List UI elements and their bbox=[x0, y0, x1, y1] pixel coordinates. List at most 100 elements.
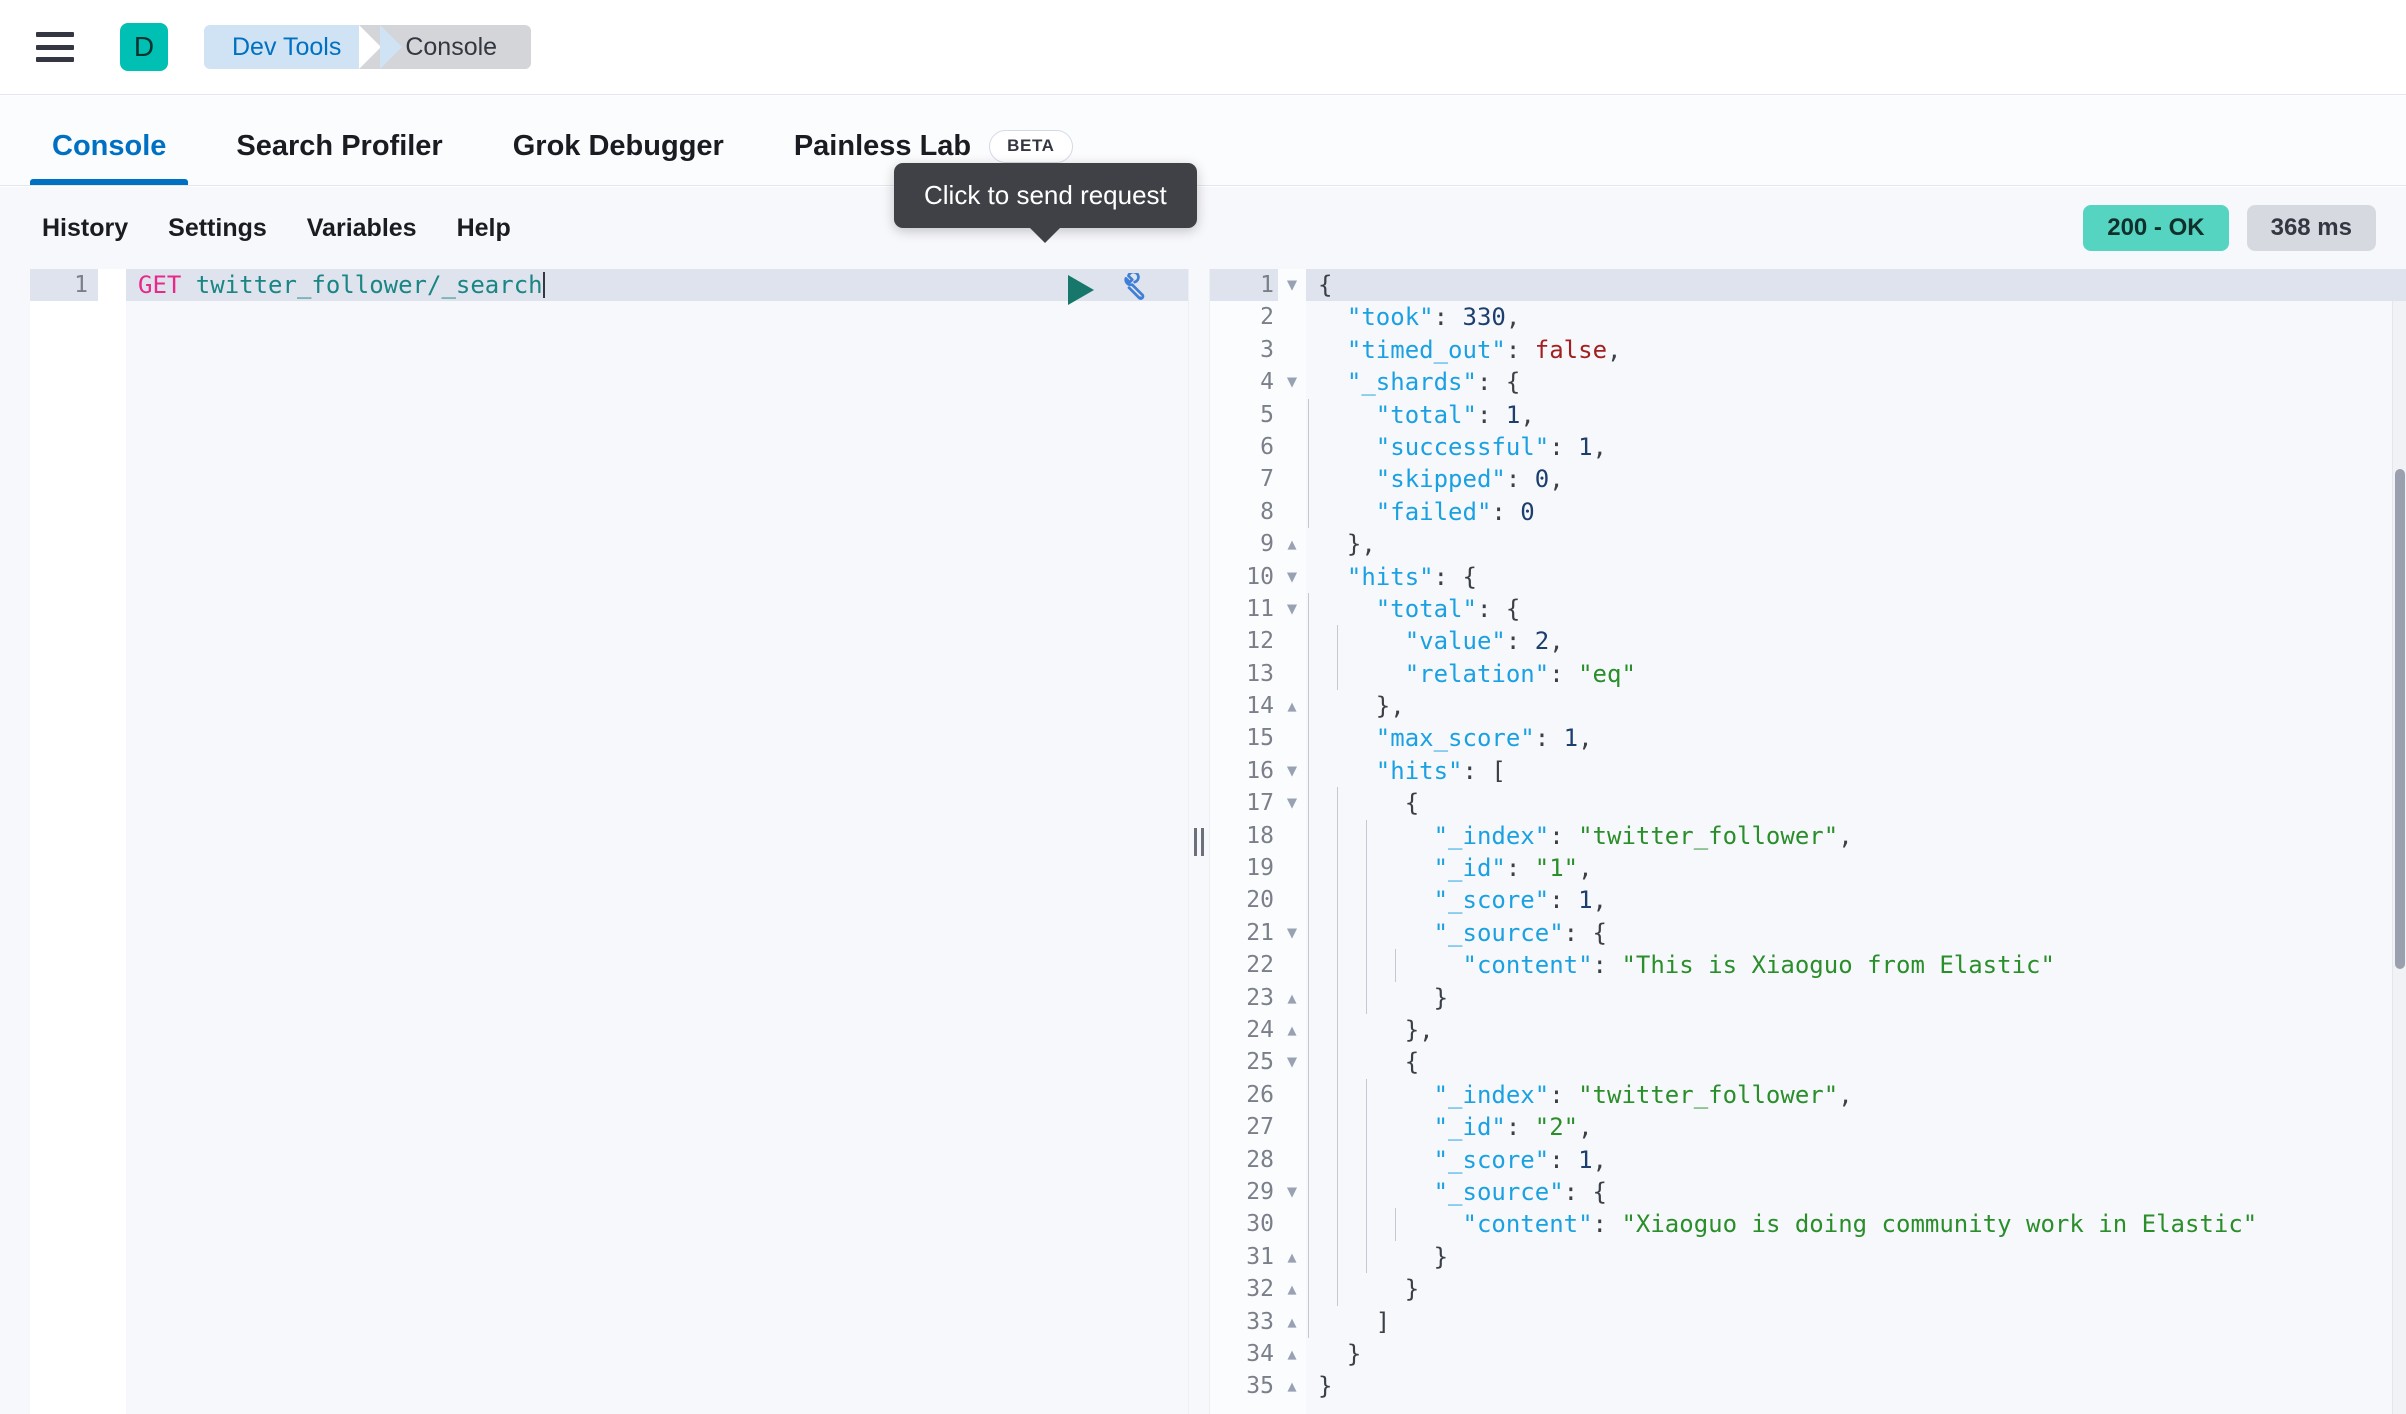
indent-guide bbox=[1308, 625, 1309, 658]
fold-collapse-icon[interactable]: ▼ bbox=[1278, 916, 1306, 950]
breadcrumb-item-dev-tools[interactable]: Dev Tools bbox=[204, 25, 403, 69]
status-badge: 200 - OK bbox=[2083, 205, 2229, 251]
fold-collapse-icon[interactable]: ▼ bbox=[1278, 787, 1306, 820]
tab-console-label: Console bbox=[52, 130, 167, 162]
response-line-code: "content": "This is Xiaoguo from Elastic… bbox=[1306, 949, 2406, 982]
indent-guide bbox=[1308, 1273, 1309, 1306]
fold-collapse-icon[interactable]: ▼ bbox=[1278, 1175, 1306, 1209]
fold-expand-icon[interactable]: ▲ bbox=[1278, 1273, 1306, 1306]
response-line-code: "_score": 1, bbox=[1306, 1143, 2406, 1176]
app-badge[interactable]: D bbox=[120, 23, 168, 71]
response-line-number: 20 bbox=[1210, 884, 1278, 917]
fold-expand-icon[interactable]: ▲ bbox=[1278, 528, 1306, 561]
json-key: "_id" bbox=[1433, 854, 1506, 883]
response-line: 33 ▲ ] bbox=[1210, 1305, 2406, 1338]
fold-expand-icon[interactable]: ▲ bbox=[1278, 690, 1306, 723]
response-line-number: 6 bbox=[1210, 430, 1278, 464]
fold-collapse-icon[interactable]: ▼ bbox=[1278, 560, 1306, 593]
response-line: 31 ▲ } bbox=[1210, 1240, 2406, 1274]
json-punctuation: { bbox=[1462, 562, 1477, 591]
history-button[interactable]: History bbox=[22, 208, 148, 249]
json-punctuation: { bbox=[1505, 594, 1521, 623]
hamburger-menu-icon[interactable] bbox=[36, 32, 74, 62]
json-string-value: "twitter_follower" bbox=[1578, 1080, 1839, 1109]
json-punctuation: }, bbox=[1404, 1015, 1434, 1044]
fold-expand-icon[interactable]: ▲ bbox=[1278, 981, 1306, 1014]
json-separator: : bbox=[1563, 1177, 1593, 1206]
json-key: "content" bbox=[1462, 1210, 1593, 1239]
json-string-value: "Xiaoguo is doing community work in Elas… bbox=[1621, 1210, 2258, 1239]
tab-grok-debugger[interactable]: Grok Debugger bbox=[491, 130, 746, 185]
fold-expand-icon[interactable]: ▲ bbox=[1278, 1370, 1306, 1403]
fold-expand-icon[interactable]: ▲ bbox=[1278, 1337, 1306, 1371]
response-line-code: "took": 330, bbox=[1306, 301, 2406, 333]
response-line: 9 ▲ }, bbox=[1210, 528, 2406, 561]
fold-expand-icon[interactable]: ▲ bbox=[1278, 1240, 1306, 1274]
response-line-number: 27 bbox=[1210, 1111, 1278, 1144]
indent-guide bbox=[1308, 852, 1309, 885]
fold-collapse-icon[interactable]: ▼ bbox=[1278, 366, 1306, 399]
indent-guide bbox=[1308, 463, 1309, 496]
indent-guide bbox=[1308, 1046, 1309, 1079]
response-line: 30 "content": "Xiaoguo is doing communit… bbox=[1210, 1208, 2406, 1241]
json-key: "_index" bbox=[1433, 1080, 1550, 1109]
resize-grip-icon bbox=[1192, 827, 1206, 856]
response-line-number: 32 bbox=[1210, 1273, 1278, 1306]
settings-button[interactable]: Settings bbox=[148, 208, 287, 249]
json-punctuation: [ bbox=[1491, 756, 1506, 785]
play-icon[interactable] bbox=[1068, 275, 1094, 305]
fold-collapse-icon[interactable]: ▼ bbox=[1278, 1046, 1306, 1079]
response-line-code: "content": "Xiaoguo is doing community w… bbox=[1306, 1208, 2406, 1241]
response-line-number: 22 bbox=[1210, 949, 1278, 982]
response-line-number: 24 bbox=[1210, 1013, 1278, 1047]
dev-tools-tab-bar: Console Search Profiler Grok Debugger Pa… bbox=[0, 96, 2406, 186]
fold-expand-icon[interactable]: ▲ bbox=[1278, 1013, 1306, 1047]
global-header: D Dev Tools Console bbox=[0, 0, 2406, 95]
response-line: 4 ▼ "_shards": { bbox=[1210, 366, 2406, 399]
fold-expand-icon[interactable]: ▲ bbox=[1278, 1305, 1306, 1338]
tab-grok-debugger-label: Grok Debugger bbox=[512, 130, 724, 162]
json-punctuation: } bbox=[1318, 1372, 1333, 1401]
indent-guide bbox=[1336, 852, 1338, 885]
json-separator: : bbox=[1476, 400, 1506, 429]
request-editor-pane[interactable]: 1 GET twitter_follower/_search bbox=[30, 269, 1188, 1414]
tab-search-profiler[interactable]: Search Profiler bbox=[214, 130, 464, 185]
json-punctuation: { bbox=[1404, 1048, 1420, 1077]
indent-guide bbox=[1308, 1143, 1309, 1176]
response-line-number: 26 bbox=[1210, 1078, 1278, 1112]
json-punctuation: } bbox=[1433, 1242, 1449, 1271]
fold-collapse-icon[interactable]: ▼ bbox=[1278, 269, 1306, 302]
response-editor-pane[interactable]: 1 ▼{2 "took": 330, 3 "timed_out": false, 4 ▼… bbox=[1210, 269, 2406, 1414]
response-line-number: 11 bbox=[1210, 592, 1278, 626]
indent-guide bbox=[1336, 787, 1338, 820]
response-line-code: "value": 2, bbox=[1306, 625, 2406, 658]
indent-guide bbox=[1308, 754, 1309, 788]
indent-guide bbox=[1336, 884, 1338, 917]
json-key: "hits" bbox=[1375, 756, 1463, 785]
indent-guide bbox=[1336, 1013, 1338, 1047]
fold-collapse-icon[interactable]: ▼ bbox=[1278, 754, 1306, 788]
request-line-code[interactable]: GET twitter_follower/_search bbox=[126, 269, 1188, 302]
response-line-code: }, bbox=[1306, 1013, 2406, 1047]
response-line-number: 8 bbox=[1210, 495, 1278, 529]
wrench-icon[interactable] bbox=[1114, 273, 1148, 307]
indent-guide bbox=[1365, 949, 1367, 982]
help-button[interactable]: Help bbox=[437, 208, 531, 249]
request-line[interactable]: 1 GET twitter_follower/_search bbox=[30, 269, 1188, 302]
response-line-number: 1 bbox=[1210, 269, 1278, 302]
response-line-number: 35 bbox=[1210, 1370, 1278, 1403]
indent-guide bbox=[1365, 981, 1367, 1014]
response-line: 13 "relation": "eq" bbox=[1210, 657, 2406, 691]
variables-button[interactable]: Variables bbox=[287, 208, 437, 249]
pane-resize-handle[interactable] bbox=[1188, 269, 1210, 1414]
tab-console[interactable]: Console bbox=[30, 130, 189, 185]
fold-collapse-icon[interactable]: ▼ bbox=[1278, 592, 1306, 626]
